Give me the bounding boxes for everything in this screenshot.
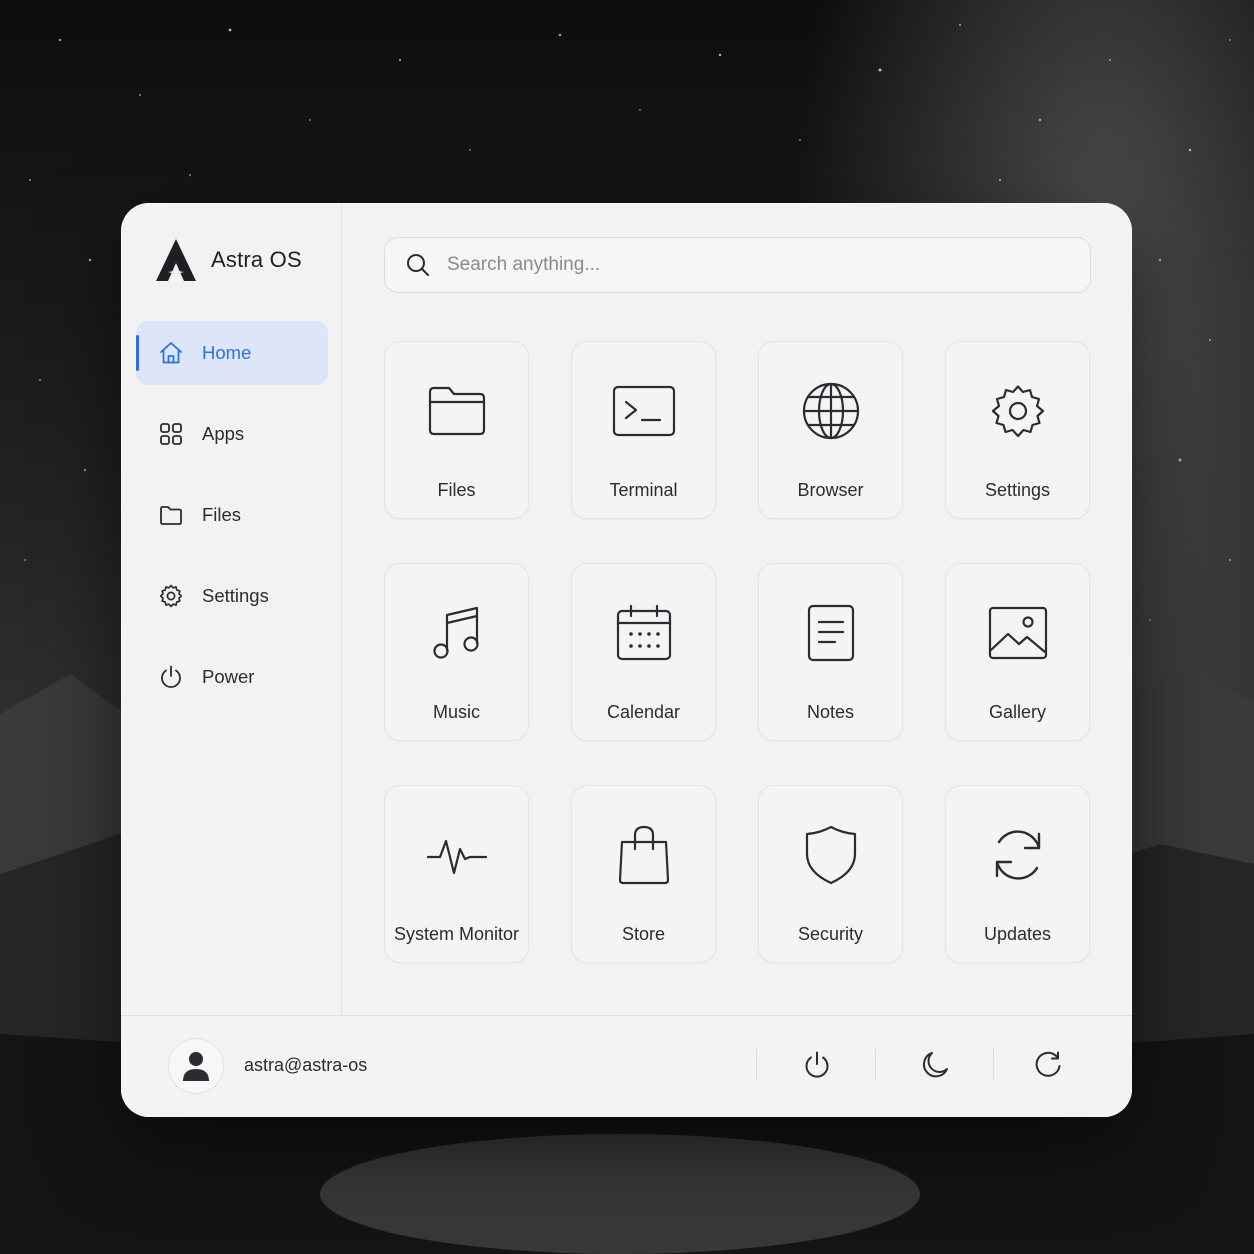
app-tile-calendar[interactable]: Calendar	[571, 563, 716, 741]
power-icon	[158, 664, 184, 690]
sidebar-nav: Home Apps Files Settings Power	[136, 321, 328, 726]
restart-button[interactable]	[1030, 1047, 1066, 1083]
astra-logo-icon	[156, 239, 196, 281]
brand: Astra OS	[154, 237, 302, 283]
footer-bar: astra@astra-os	[121, 1015, 1132, 1117]
terminal-icon	[611, 378, 677, 444]
folder-icon	[424, 378, 490, 444]
folder-icon	[158, 502, 184, 528]
app-label: Store	[621, 924, 666, 944]
app-tile-gallery[interactable]: Gallery	[945, 563, 1090, 741]
sidebar-item-apps[interactable]: Apps	[136, 402, 328, 466]
apps-grid-icon	[158, 421, 184, 447]
app-tile-updates[interactable]: Updates	[945, 785, 1090, 963]
moon-icon	[922, 1052, 948, 1078]
sidebar-item-label: Settings	[202, 585, 269, 606]
sidebar-item-files[interactable]: Files	[136, 483, 328, 547]
sidebar-item-label: Apps	[202, 423, 245, 444]
app-label: Notes	[806, 702, 855, 722]
image-icon	[985, 600, 1051, 666]
sidebar-item-label: Files	[202, 504, 242, 525]
app-tile-files[interactable]: Files	[384, 341, 529, 519]
power-button[interactable]	[799, 1047, 835, 1083]
app-label: Calendar	[606, 702, 681, 722]
sidebar-item-label: Home	[202, 342, 252, 363]
search-bar[interactable]	[384, 237, 1091, 293]
app-label: Gallery	[988, 702, 1046, 722]
gear-icon	[158, 583, 184, 609]
app-tile-system-monitor[interactable]: System Monitor	[384, 785, 529, 963]
app-grid: Files Terminal Browser Settings Music Ca…	[384, 341, 1090, 963]
app-label: Browser	[797, 480, 864, 500]
app-label: Files	[437, 480, 476, 500]
app-tile-terminal[interactable]: Terminal	[571, 341, 716, 519]
search-icon	[407, 254, 429, 276]
sidebar-item-label: Power	[202, 666, 255, 687]
app-tile-security[interactable]: Security	[758, 785, 903, 963]
app-label: System Monitor	[393, 924, 520, 944]
home-icon	[158, 340, 184, 366]
refresh-icon	[985, 822, 1051, 888]
restart-icon	[1035, 1051, 1061, 1077]
launcher-window: Astra OS Home Apps Files Settings Power …	[121, 203, 1132, 1117]
app-tile-notes[interactable]: Notes	[758, 563, 903, 741]
app-label: Music	[432, 702, 480, 722]
divider	[756, 1049, 757, 1081]
pulse-icon	[424, 822, 490, 888]
app-label: Updates	[983, 924, 1052, 944]
sidebar-item-power[interactable]: Power	[136, 645, 328, 709]
app-tile-browser[interactable]: Browser	[758, 341, 903, 519]
avatar[interactable]	[168, 1038, 224, 1094]
music-note-icon	[424, 600, 490, 666]
app-name: Astra OS	[211, 247, 302, 272]
search-input[interactable]	[447, 254, 1047, 276]
divider	[993, 1049, 994, 1081]
app-label: Security	[797, 924, 864, 944]
globe-icon	[798, 378, 864, 444]
shopping-bag-icon	[611, 822, 677, 888]
power-icon	[805, 1051, 829, 1078]
sidebar-item-home[interactable]: Home	[136, 321, 328, 385]
user-account-label: astra@astra-os	[244, 1055, 368, 1075]
shield-icon	[798, 822, 864, 888]
notes-icon	[798, 600, 864, 666]
calendar-icon	[611, 600, 677, 666]
sleep-button[interactable]	[917, 1047, 953, 1083]
gear-icon	[985, 378, 1051, 444]
app-tile-music[interactable]: Music	[384, 563, 529, 741]
app-label: Settings	[984, 480, 1051, 500]
app-tile-settings[interactable]: Settings	[945, 341, 1090, 519]
sidebar-item-settings[interactable]: Settings	[136, 564, 328, 628]
divider	[875, 1049, 876, 1081]
app-label: Terminal	[609, 480, 678, 500]
user-icon	[183, 1052, 209, 1081]
app-tile-store[interactable]: Store	[571, 785, 716, 963]
sidebar: Astra OS Home Apps Files Settings Power	[121, 203, 342, 1015]
